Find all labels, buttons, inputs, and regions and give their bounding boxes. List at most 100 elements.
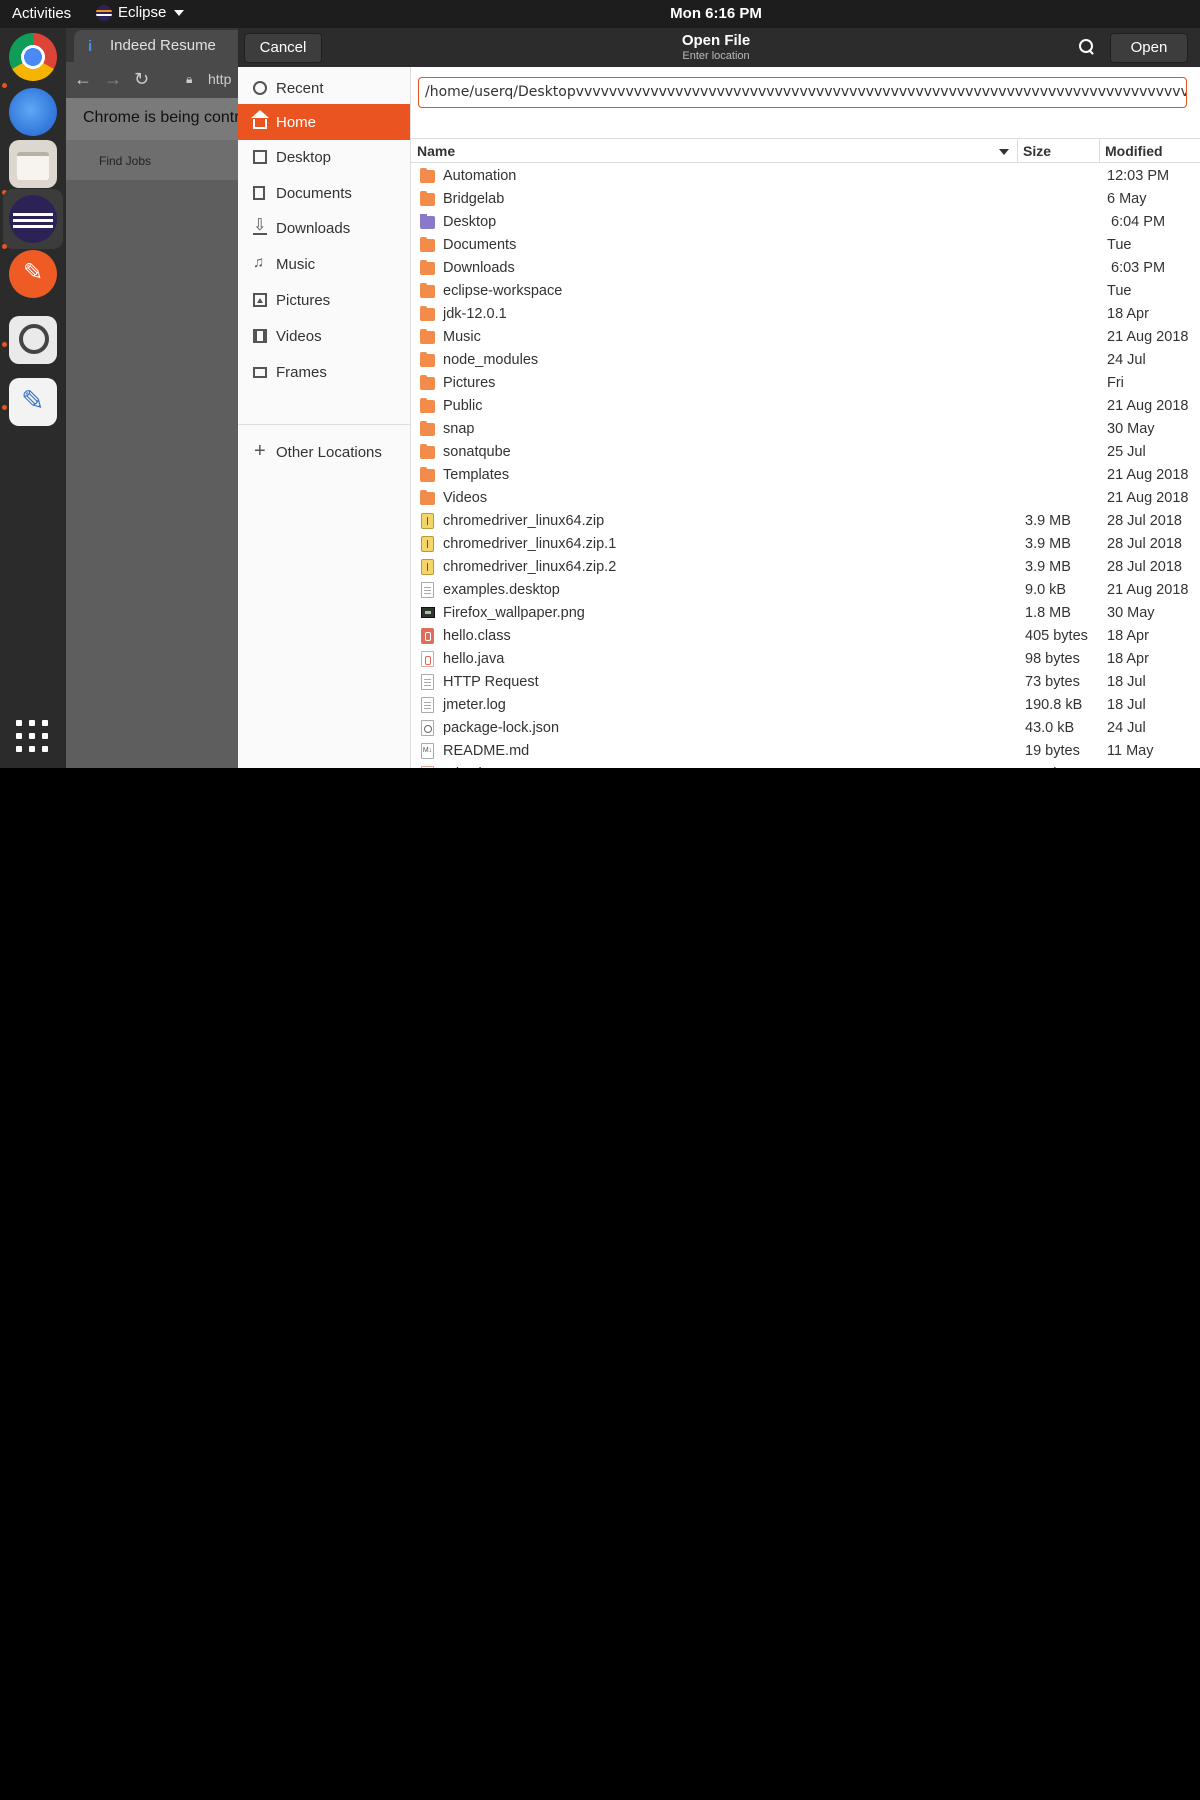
file-modified: Tue [1107, 237, 1132, 253]
file-size: 1.8 MB [1025, 605, 1071, 621]
file-row[interactable]: Pictures Fri [411, 372, 1200, 395]
file-row[interactable]: HTTP Request 73 bytes 18 Jul [411, 671, 1200, 694]
sidebar-item-music[interactable]: Music [238, 246, 410, 282]
address-bar[interactable]: http [208, 71, 231, 87]
files-icon[interactable] [9, 140, 57, 188]
file-row[interactable]: Templates 21 Aug 2018 [411, 464, 1200, 487]
desktop-icon [420, 214, 435, 229]
file-name: package-lock.json [443, 720, 560, 736]
file-row[interactable]: Firefox_wallpaper.png 1.8 MB 30 May [411, 602, 1200, 625]
sidebar-item-other-locations[interactable]: Other Locations [238, 434, 410, 470]
find-jobs-link[interactable]: Find Jobs [99, 154, 151, 168]
file-name: hello.class [443, 628, 511, 644]
file-row[interactable]: chromedriver_linux64.zip.1 3.9 MB 28 Jul 2… [411, 533, 1200, 556]
file-row[interactable]: jdk-12.0.1 18 Apr [411, 303, 1200, 326]
zip-icon [421, 559, 434, 575]
thunderbird-icon[interactable] [9, 88, 57, 136]
java-icon [421, 651, 434, 667]
top-bar: Activities Eclipse Mon 6:16 PM [0, 0, 1200, 28]
sidebar-item-label: Home [276, 114, 317, 131]
file-name: Public [443, 398, 483, 414]
file-name: Firefox_wallpaper.png [443, 605, 585, 621]
file-name: Music [443, 329, 481, 345]
sidebar-item-pictures[interactable]: Pictures [238, 282, 410, 318]
file-modified: 12:03 PM [1107, 168, 1170, 184]
reload-icon[interactable]: ↻ [134, 69, 149, 90]
document-icon [253, 186, 265, 200]
column-header-modified[interactable]: Modified [1105, 143, 1163, 159]
chrome-icon[interactable] [9, 33, 57, 81]
sidebar-item-label: Documents [276, 185, 352, 202]
column-divider [1099, 139, 1100, 163]
file-modified: 18 Jul [1107, 674, 1146, 690]
text-editor-icon[interactable] [9, 378, 57, 426]
file-modified: 18 Apr [1107, 628, 1149, 644]
file-row[interactable]: Bridgelab 6 May [411, 188, 1200, 211]
dialog-title: Open File [681, 32, 751, 49]
file-row[interactable]: Downloads 6:03 PM [411, 257, 1200, 280]
forward-icon[interactable]: → [104, 69, 122, 90]
file-row[interactable]: examples.desktop 9.0 kB 21 Aug 2018 [411, 579, 1200, 602]
file-row[interactable]: README.md 19 bytes 11 May [411, 740, 1200, 763]
eclipse-icon[interactable] [9, 195, 57, 243]
file-row[interactable]: chromedriver_linux64.zip.2 3.9 MB 28 Jul 2… [411, 556, 1200, 579]
file-row[interactable]: Videos 21 Aug 2018 [411, 487, 1200, 510]
file-row[interactable]: node_modules 24 Jul [411, 349, 1200, 372]
file-row[interactable]: Music 21 Aug 2018 [411, 326, 1200, 349]
open-button[interactable]: Open [1110, 33, 1188, 63]
file-row[interactable]: package-lock.json 43.0 kB 24 Jul [411, 717, 1200, 740]
download-icon [253, 215, 267, 235]
file-row[interactable]: rplstr.java 486 bytes 18 Apr [411, 763, 1200, 768]
back-icon[interactable]: ← [74, 69, 92, 90]
file-modified: 21 Aug 2018 [1107, 398, 1189, 414]
file-modified: 21 Aug 2018 [1107, 329, 1189, 345]
file-row[interactable]: jmeter.log 190.8 kB 18 Jul [411, 694, 1200, 717]
sidebar-item-label: Desktop [276, 149, 332, 166]
file-name: Pictures [443, 375, 496, 391]
clock[interactable]: Mon 6:16 PM [0, 5, 1200, 22]
show-applications-icon[interactable] [16, 720, 50, 754]
sidebar-item-frames[interactable]: Frames [238, 354, 410, 390]
file-row[interactable]: Desktop 6:04 PM [411, 211, 1200, 234]
sidebar-item-videos[interactable]: Videos [238, 318, 410, 354]
file-name: Automation [443, 168, 517, 184]
file-row[interactable]: snap 30 May [411, 418, 1200, 441]
file-name: Downloads [443, 260, 515, 276]
sidebar-item-home[interactable]: Home [238, 104, 410, 140]
postman-icon[interactable] [9, 250, 57, 298]
plus-icon [253, 440, 267, 463]
file-name: chromedriver_linux64.zip.1 [443, 536, 617, 552]
file-name: README.md [443, 743, 530, 759]
folder-icon [420, 329, 435, 344]
file-size: 190.8 kB [1025, 697, 1083, 713]
file-row[interactable]: Public 21 Aug 2018 [411, 395, 1200, 418]
sidebar-item-documents[interactable]: Documents [238, 175, 410, 211]
sort-descending-icon [999, 149, 1009, 155]
sidebar-item-downloads[interactable]: Downloads [238, 210, 410, 246]
file-row[interactable]: Documents Tue [411, 234, 1200, 257]
file-row[interactable]: eclipse-workspace Tue [411, 280, 1200, 303]
dialog-subtitle: Enter location [682, 50, 750, 62]
file-name: sonatqube [443, 444, 511, 460]
file-row[interactable]: chromedriver_linux64.zip 3.9 MB 28 Jul 201… [411, 510, 1200, 533]
column-header-size[interactable]: Size [1023, 143, 1051, 159]
file-name: Templates [443, 467, 510, 483]
home-icon [251, 110, 269, 129]
file-row[interactable]: sonatqube 25 Jul [411, 441, 1200, 464]
dialog-title-block: Open File Enter location [238, 32, 1194, 62]
file-row[interactable]: hello.class 405 bytes 18 Apr [411, 625, 1200, 648]
indeed-favicon-icon: i [88, 38, 93, 55]
location-input[interactable]: /home/userq/Desktopvvvvvvvvvvvvvvvvvvvvv… [418, 77, 1187, 108]
column-header-name[interactable]: Name [417, 143, 455, 159]
sidebar-item-recent[interactable]: Recent [238, 70, 410, 106]
file-name: hello.java [443, 651, 505, 667]
sidebar-item-desktop[interactable]: Desktop [238, 139, 410, 175]
file-modified: 11 May [1107, 743, 1154, 759]
file-row[interactable]: Automation 12:03 PM [411, 165, 1200, 188]
folder-icon [420, 168, 435, 183]
file-row[interactable]: hello.java 98 bytes 18 Apr [411, 648, 1200, 671]
search-icon[interactable] [1078, 38, 1096, 56]
sidebar-item-label: Music [276, 256, 316, 273]
image-viewer-icon[interactable] [9, 316, 57, 364]
zip-icon [421, 536, 434, 552]
